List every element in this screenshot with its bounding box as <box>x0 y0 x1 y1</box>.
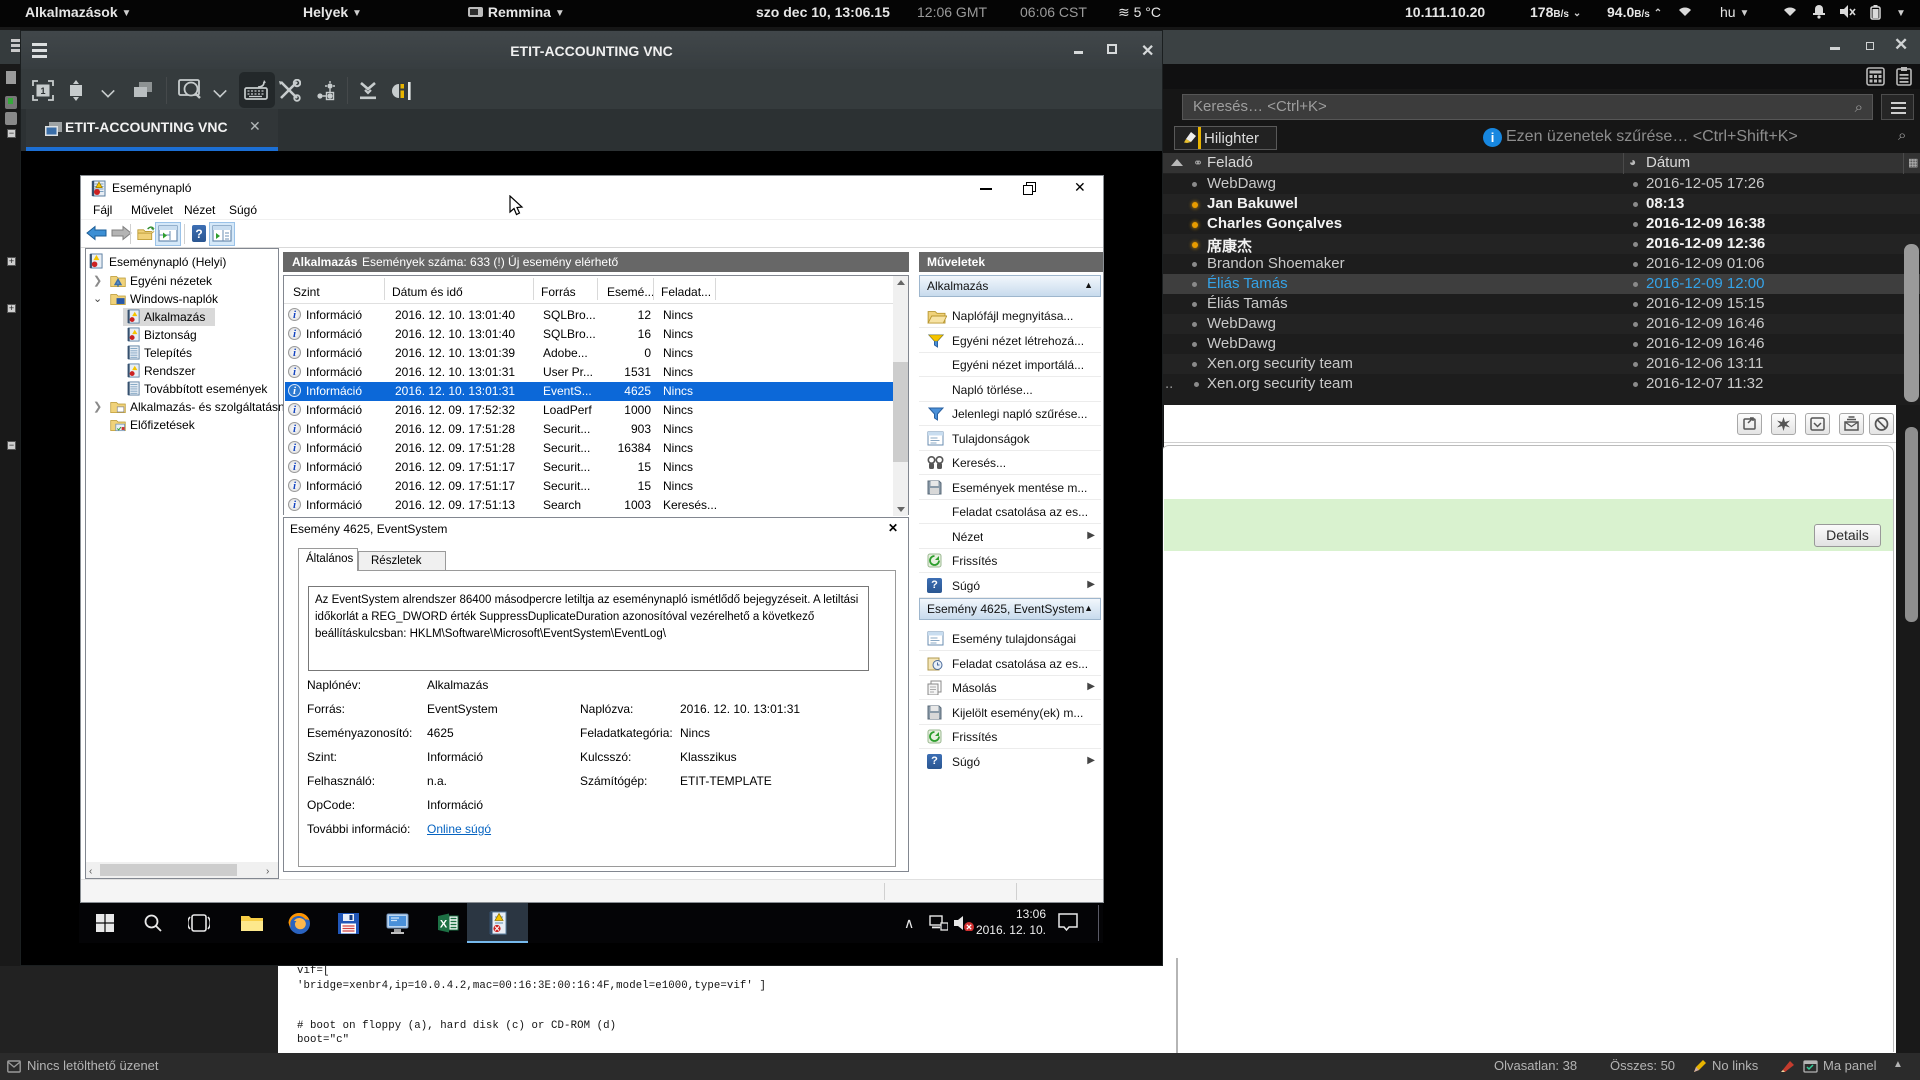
svg-text:X: X <box>440 919 448 931</box>
svg-text:1: 1 <box>40 86 45 96</box>
